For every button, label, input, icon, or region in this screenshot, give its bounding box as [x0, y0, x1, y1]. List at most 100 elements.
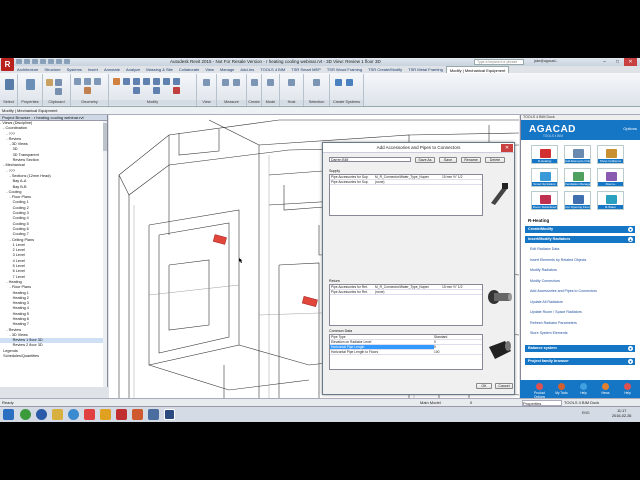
ribbon-tab[interactable]: Modify | Mechanical Equipment [445, 66, 510, 73]
tool-tile[interactable]: Cut Opening Floor [564, 191, 591, 210]
supply-row[interactable]: Pipe Accessories for Sup. (none) [330, 180, 482, 185]
radiator-action-link[interactable]: Update Room / Space Radiators [530, 310, 582, 314]
footer-button[interactable]: My Tools [552, 381, 571, 397]
copy-icon[interactable] [55, 88, 62, 95]
revit-taskbar-icon[interactable] [164, 409, 175, 420]
active-model[interactable]: Main Model [420, 400, 441, 405]
footer-button[interactable]: Help [574, 381, 593, 397]
radiator-action-link[interactable]: Modify Connectors [530, 279, 560, 283]
tray-language[interactable]: ENG [582, 411, 590, 415]
tool-tile[interactable]: Ventilation Manager [564, 168, 591, 187]
tool-tile[interactable]: Room Subsidized [531, 191, 558, 210]
minimize-button[interactable]: – [598, 58, 611, 66]
browser-tree-item[interactable]: Schedules/Quantities [0, 354, 107, 359]
create-similar-icon[interactable] [251, 79, 258, 86]
cut-geometry-icon[interactable] [84, 78, 91, 85]
powerpoint-icon[interactable] [132, 409, 143, 420]
open-icon[interactable] [16, 59, 22, 64]
file-explorer-icon[interactable] [52, 409, 63, 420]
maximize-button[interactable]: □ [611, 58, 624, 66]
radiator-action-link[interactable]: Store System Elements [530, 331, 568, 335]
ribbon-tab[interactable]: Massing & Site [143, 66, 176, 73]
help-search-input[interactable]: Type a keyword or phrase [474, 59, 524, 65]
balance-system-header[interactable]: Balance system ▾ [525, 345, 635, 352]
family-browser-header[interactable]: Project family browser ▾ [525, 358, 635, 365]
measure-tool-icon[interactable] [222, 79, 229, 86]
save-icon[interactable] [24, 59, 30, 64]
radiator-selected-2[interactable] [301, 295, 318, 307]
paint-icon[interactable] [84, 87, 91, 94]
footer-button[interactable]: Product Options [530, 381, 549, 399]
ribbon-tab[interactable]: Architecture [14, 66, 41, 73]
skype-icon[interactable] [68, 409, 79, 420]
rotate-icon[interactable] [163, 78, 170, 85]
dialog-close-button[interactable]: ✕ [501, 144, 513, 152]
common-row[interactable]: Horizontal Pipe Length to Floors 100 [330, 350, 482, 355]
close-button[interactable]: ✕ [624, 58, 637, 66]
join-icon[interactable] [94, 78, 101, 85]
undo-icon[interactable] [32, 59, 38, 64]
chrome-icon[interactable] [20, 409, 31, 420]
acrobat-icon[interactable] [116, 409, 127, 420]
piping-icon[interactable] [335, 79, 342, 86]
split-icon[interactable] [133, 87, 140, 94]
cope-icon[interactable] [74, 78, 81, 85]
radiator-action-link[interactable]: Edit Radiator Data [530, 247, 559, 251]
tool-tile[interactable]: Smart Sprinklers [531, 168, 558, 187]
radiator-action-link[interactable]: Add Accessories and Pipes to Connectors [530, 289, 597, 293]
return-row[interactable]: Pipe Accessories for Ret. (none) [330, 290, 482, 295]
mirror-icon[interactable] [133, 78, 140, 85]
radiator-action-link[interactable]: Update All Radiators [530, 300, 563, 304]
ribbon-tab[interactable]: TSR Smart MEP [288, 66, 324, 73]
tool-tile[interactable]: R-Water [597, 191, 624, 210]
folder-icon[interactable] [100, 409, 111, 420]
trim-icon[interactable] [173, 78, 180, 85]
tool-tile[interactable]: R-Heating [531, 145, 558, 164]
print-icon[interactable] [48, 59, 54, 64]
radiator-action-link[interactable]: Insert Elements by Related Objects [530, 258, 586, 262]
array-icon[interactable] [153, 87, 160, 94]
radiator-action-link[interactable]: Refresh Radiator Parameters [530, 321, 577, 325]
ribbon-tab[interactable]: TOOLS 4 BIM [257, 66, 288, 73]
ribbon-tab[interactable]: TSR Create/Modify [365, 66, 405, 73]
media-player-icon[interactable] [84, 409, 95, 420]
rename-button[interactable]: Rename [461, 157, 481, 163]
delete-icon[interactable] [173, 87, 180, 94]
application-menu-button[interactable]: R [1, 58, 14, 71]
save-as-button[interactable]: Save As [415, 157, 435, 163]
ribbon-tab[interactable]: View [202, 66, 217, 73]
tools4bim-dock-tab[interactable]: TOOLS 4 BIM Dock [564, 400, 599, 405]
save-button[interactable]: Save [439, 157, 457, 163]
redo-icon[interactable] [40, 59, 46, 64]
3d-view-icon[interactable] [64, 59, 70, 64]
ribbon-tab[interactable]: TSR Metal Framing [405, 66, 446, 73]
return-grid[interactable]: Pipe Accessories for Ret. M_R_Connector/W… [329, 284, 483, 326]
options-link[interactable]: Options [623, 126, 637, 131]
cut-icon[interactable] [55, 79, 62, 86]
edit-family-icon[interactable] [267, 79, 274, 86]
properties-icon[interactable] [26, 79, 35, 90]
ribbon-tab[interactable]: Annotate [101, 66, 123, 73]
align-icon[interactable] [113, 78, 120, 85]
radiator-selected-1[interactable] [212, 234, 227, 245]
delete-button[interactable]: Delete [485, 157, 505, 163]
ribbon-tab[interactable]: Insert [85, 66, 101, 73]
internet-explorer-icon[interactable] [36, 409, 47, 420]
hide-icon[interactable] [203, 79, 210, 86]
ribbon-tab[interactable]: Analyze [123, 66, 143, 73]
ribbon-tab[interactable]: Add-Ins [237, 66, 257, 73]
family-type-select[interactable]: Darren BIM [329, 157, 411, 162]
tool-tile[interactable]: Show Collisions [597, 145, 624, 164]
ribbon-tab[interactable]: Manage [217, 66, 237, 73]
duct-icon[interactable] [346, 79, 353, 86]
ribbon-tab[interactable]: Collaborate [176, 66, 202, 73]
paste-icon[interactable] [46, 79, 53, 86]
footer-button[interactable]: News [596, 381, 615, 397]
ok-button[interactable]: OK [476, 383, 492, 389]
supply-grid[interactable]: Pipe Accessories for Sup. M_R_Connector/W… [329, 174, 483, 216]
selection-icon[interactable] [313, 79, 320, 86]
cancel-button[interactable]: Cancel [495, 383, 513, 389]
footer-button[interactable]: Help [618, 381, 637, 397]
user-account[interactable]: jake@agacad... [534, 59, 558, 63]
browser-scroll-thumb[interactable] [103, 123, 107, 151]
